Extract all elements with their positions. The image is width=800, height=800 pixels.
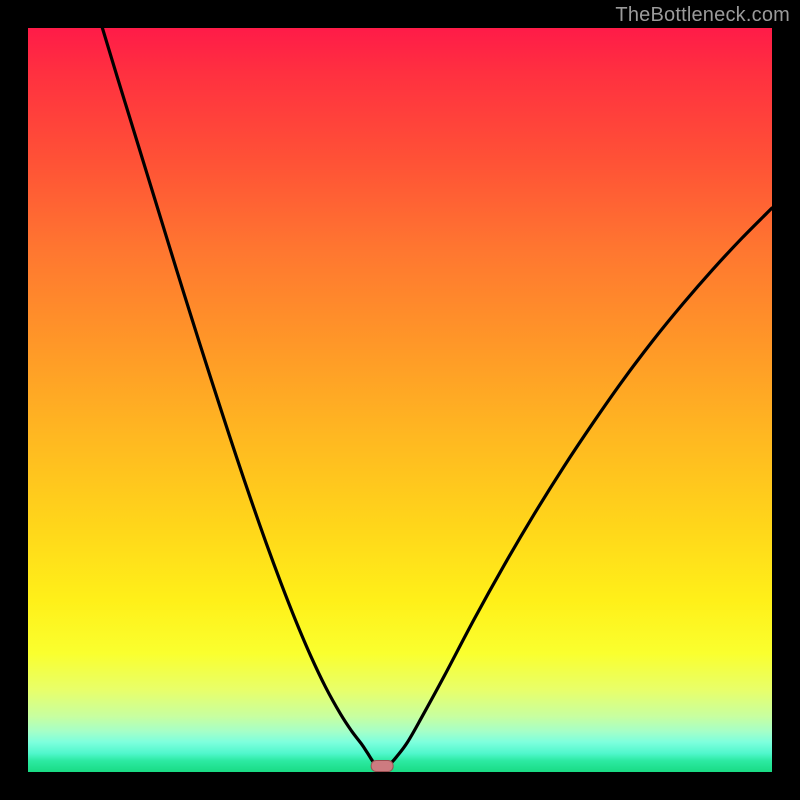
plot-area	[28, 28, 772, 772]
minimum-marker	[371, 761, 393, 772]
curve-left	[102, 28, 374, 763]
curve-right	[391, 208, 772, 763]
watermark-text: TheBottleneck.com	[615, 4, 790, 27]
chart-canvas	[28, 28, 772, 772]
